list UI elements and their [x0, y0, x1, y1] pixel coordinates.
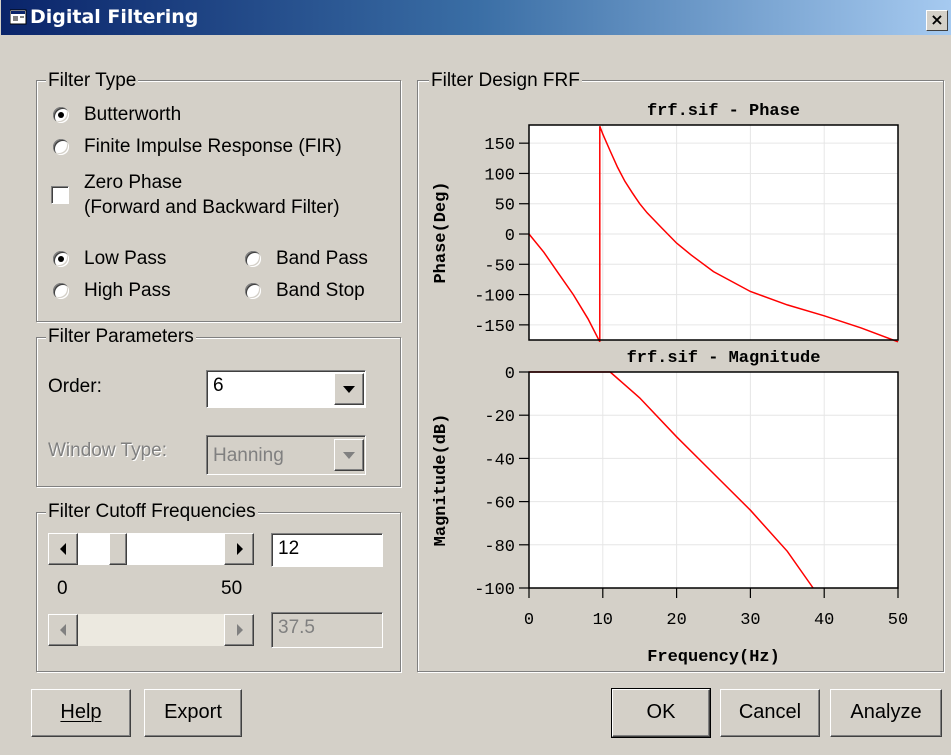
- radio-band-stop[interactable]: [245, 283, 261, 299]
- radio-butterworth[interactable]: [53, 107, 69, 123]
- help-label: Help: [60, 701, 102, 723]
- chevron-down-icon: [343, 386, 355, 393]
- radio-high-pass-label[interactable]: High Pass: [84, 280, 171, 302]
- order-label: Order:: [48, 376, 102, 397]
- order-value: 6: [213, 375, 224, 396]
- window-type-label: Window Type:: [48, 440, 167, 461]
- frf-legend: Filter Design FRF: [429, 70, 582, 92]
- ok-button[interactable]: OK: [611, 688, 711, 738]
- analyze-button[interactable]: Analyze: [830, 689, 942, 737]
- cutoff2-slider-left-button[interactable]: [48, 614, 78, 646]
- help-button[interactable]: Help: [31, 689, 131, 737]
- radio-band-pass-label[interactable]: Band Pass: [276, 248, 368, 270]
- zero-phase-label-line2[interactable]: (Forward and Backward Filter): [84, 197, 340, 219]
- radio-low-pass[interactable]: [53, 251, 69, 267]
- window-type-dropdown-button[interactable]: [334, 439, 364, 471]
- digital-filtering-dialog: Digital Filtering × Filter Type Butterwo…: [0, 0, 951, 755]
- radio-low-pass-label[interactable]: Low Pass: [84, 248, 166, 270]
- cancel-label: Cancel: [738, 701, 802, 723]
- export-label: Export: [164, 701, 222, 723]
- cutoff-slider-thumb[interactable]: [109, 533, 127, 565]
- filter-type-legend: Filter Type: [46, 70, 139, 92]
- close-icon: ×: [930, 10, 944, 29]
- arrow-right-icon: [237, 624, 243, 636]
- filter-parameters-legend: Filter Parameters: [46, 326, 196, 348]
- cancel-button[interactable]: Cancel: [720, 689, 820, 737]
- cutoff-value-field[interactable]: 12: [271, 533, 383, 567]
- radio-fir[interactable]: [53, 139, 69, 155]
- radio-fir-label[interactable]: Finite Impulse Response (FIR): [84, 136, 342, 158]
- cutoff-value: 12: [278, 538, 300, 559]
- title-bar[interactable]: Digital Filtering: [1, 0, 951, 35]
- arrow-left-icon: [60, 624, 66, 636]
- radio-band-pass[interactable]: [245, 251, 261, 267]
- radio-band-stop-label[interactable]: Band Stop: [276, 280, 365, 302]
- window-title: Digital Filtering: [30, 6, 199, 28]
- chevron-down-icon: [343, 452, 355, 459]
- close-button[interactable]: ×: [926, 10, 948, 31]
- app-window-icon: [10, 9, 27, 25]
- range-max-label: 50: [221, 578, 243, 599]
- cutoff-slider-left-button[interactable]: [48, 533, 78, 565]
- export-button[interactable]: Export: [144, 689, 242, 737]
- frf-group: [417, 80, 944, 672]
- arrow-right-icon: [237, 543, 243, 555]
- cutoff-slider-right-button[interactable]: [224, 533, 254, 565]
- cutoff2-value: 37.5: [278, 617, 315, 638]
- cutoff2-slider-right-button[interactable]: [224, 614, 254, 646]
- window-type-value: Hanning: [213, 445, 284, 466]
- zero-phase-label-line1[interactable]: Zero Phase: [84, 172, 182, 194]
- cutoff2-value-field[interactable]: 37.5: [271, 612, 383, 648]
- arrow-left-icon: [60, 543, 66, 555]
- radio-high-pass[interactable]: [53, 283, 69, 299]
- ok-label: OK: [646, 701, 676, 723]
- analyze-label: Analyze: [850, 701, 922, 723]
- filter-cutoff-legend: Filter Cutoff Frequencies: [46, 501, 258, 523]
- radio-butterworth-label[interactable]: Butterworth: [84, 104, 181, 126]
- zero-phase-checkbox[interactable]: [51, 186, 69, 204]
- range-min-label: 0: [57, 578, 68, 599]
- order-dropdown-button[interactable]: [334, 373, 364, 405]
